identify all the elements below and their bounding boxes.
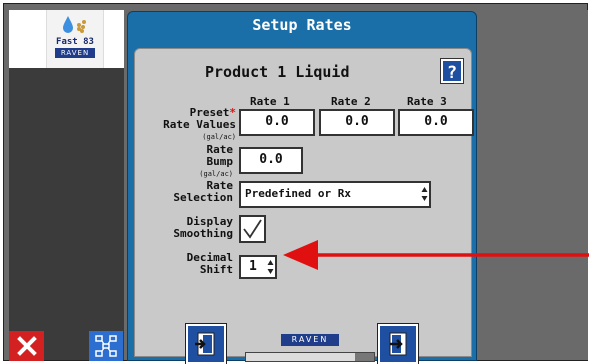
red-arrow-annotation [283, 240, 589, 270]
